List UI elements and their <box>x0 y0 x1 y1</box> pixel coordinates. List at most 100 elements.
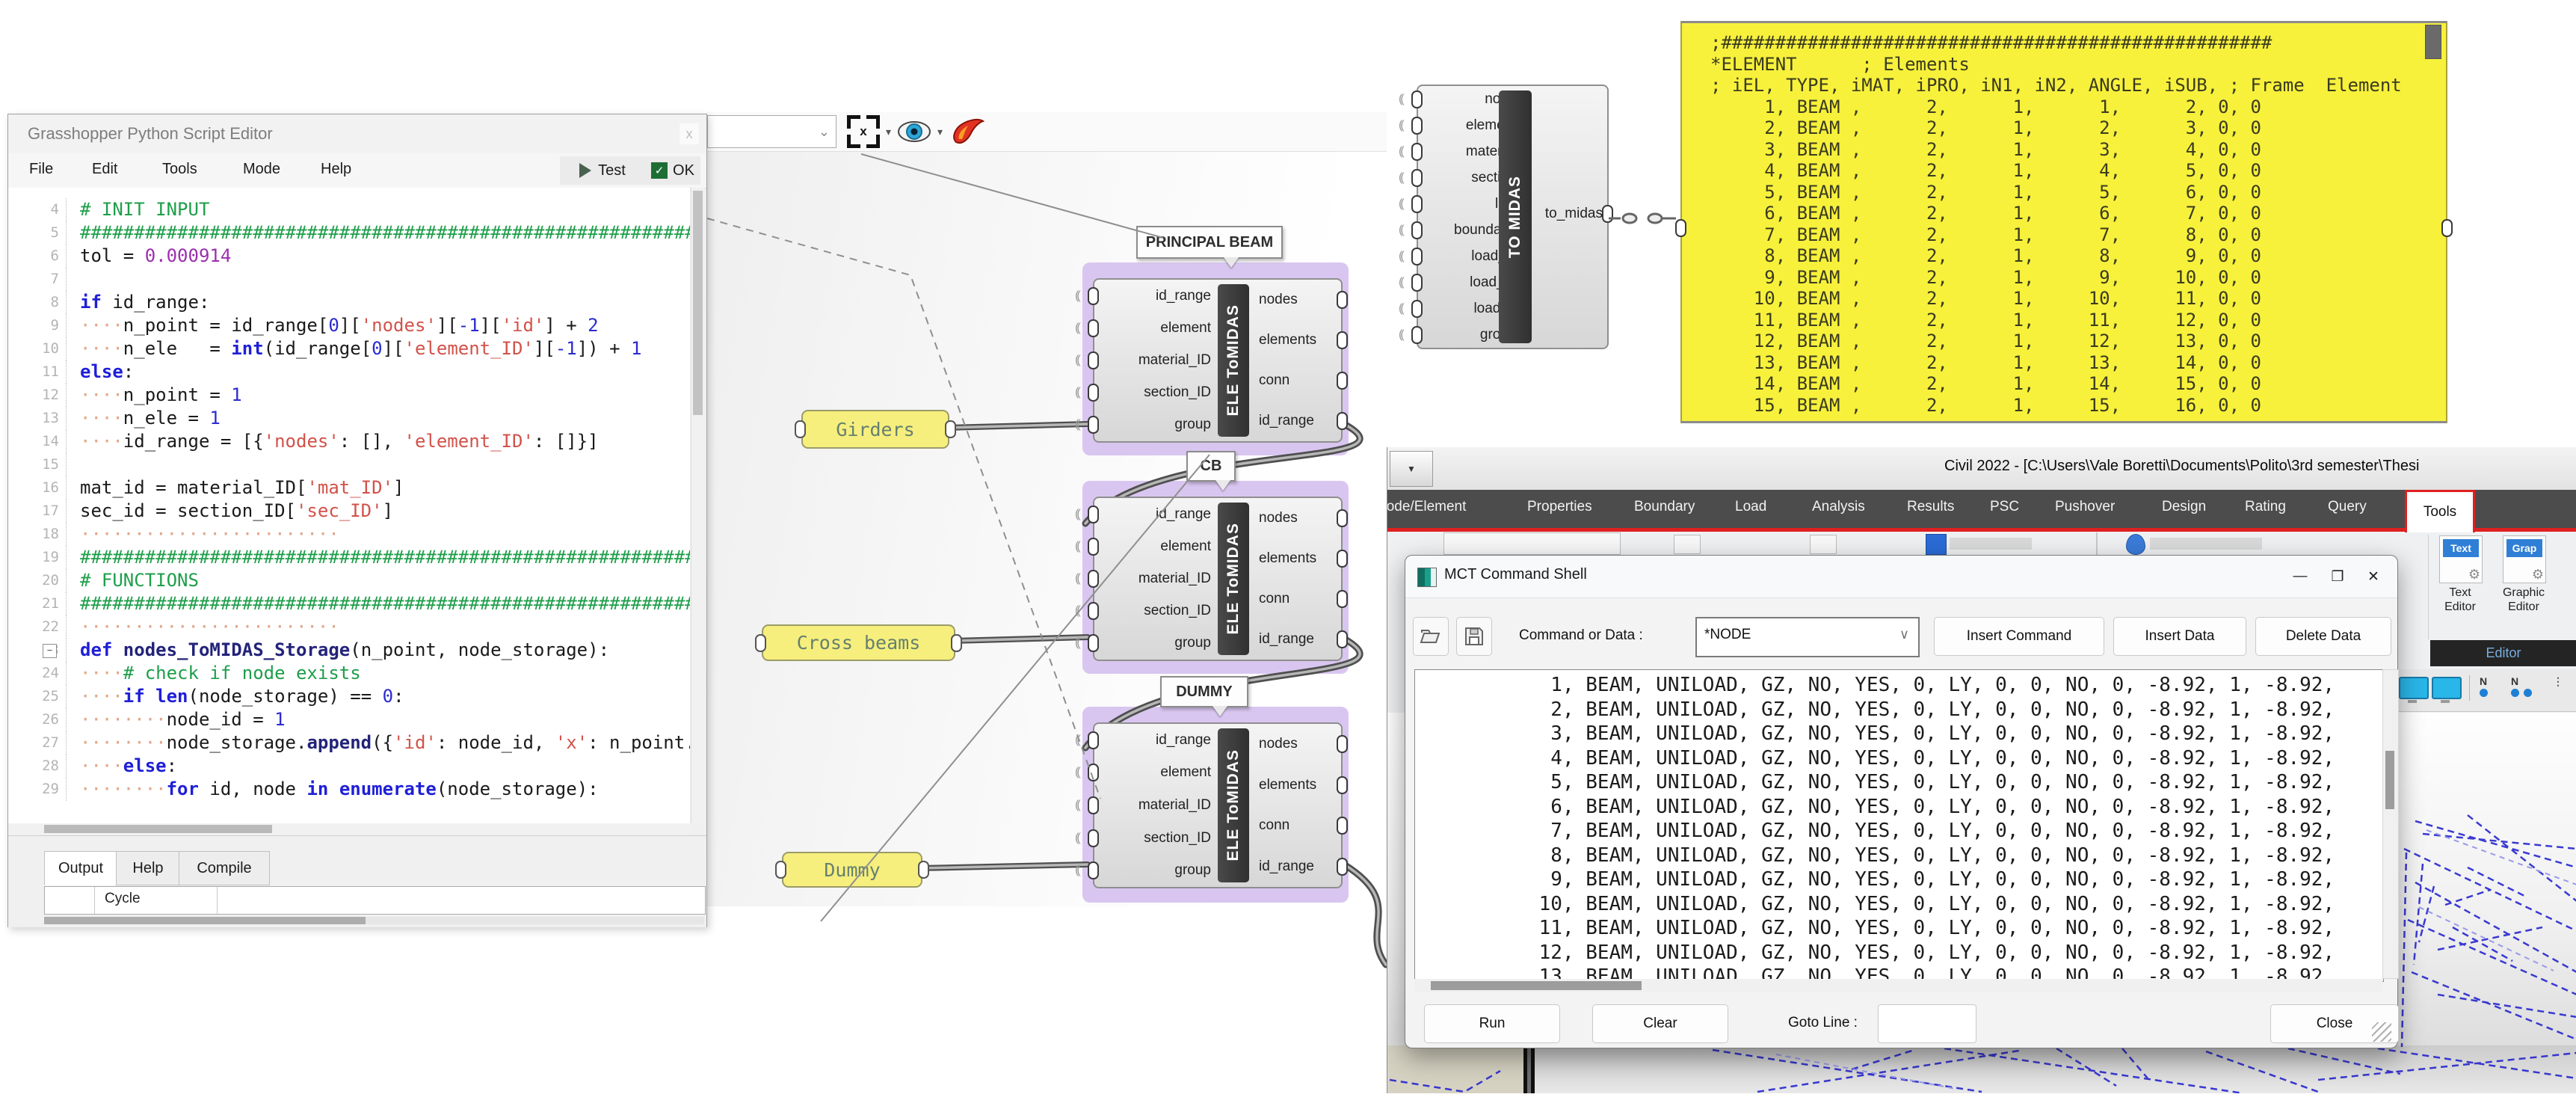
insert-data-button[interactable]: Insert Data <box>2113 617 2246 656</box>
input-id_range[interactable]: ((id_range <box>1094 506 1214 523</box>
value-panel-dummy[interactable]: Dummy <box>782 852 922 888</box>
resize-grip[interactable] <box>2372 1022 2391 1042</box>
bill-of-materials-icon[interactable] <box>1926 534 1947 555</box>
menu-file[interactable]: File <box>29 161 53 178</box>
output-id_range[interactable]: id_range <box>1253 858 1341 875</box>
code-line-22[interactable]: 22························ <box>8 615 690 639</box>
code-line-19[interactable]: 19######################################… <box>8 546 690 569</box>
insert-command-button[interactable]: Insert Command <box>1934 617 2104 656</box>
code-line-8[interactable]: 8if id_range: <box>8 291 690 314</box>
civil-tab-load[interactable]: Load <box>1735 499 1766 515</box>
screen-icon[interactable] <box>2432 677 2462 699</box>
input-element[interactable]: ((element <box>1094 320 1214 337</box>
mct-vertical-scrollbar[interactable] <box>2382 669 2399 979</box>
output-conn[interactable]: conn <box>1253 372 1341 389</box>
code-line-15[interactable]: 15 <box>8 453 690 476</box>
civil-tab-boundary[interactable]: Boundary <box>1634 499 1695 515</box>
value-panel-girders[interactable]: Girders <box>801 410 949 449</box>
paint-flame-icon[interactable] <box>949 115 987 148</box>
input-material_ID[interactable]: ((material_ID <box>1094 797 1214 814</box>
output-conn[interactable]: conn <box>1253 591 1341 607</box>
output-nodes[interactable]: nodes <box>1253 292 1341 308</box>
civil-tab-psc[interactable]: PSC <box>1990 499 2019 515</box>
tab-help[interactable]: Help <box>116 851 180 885</box>
input-element[interactable]: ((element <box>1094 764 1214 781</box>
screen-icon[interactable] <box>2399 677 2429 699</box>
test-button[interactable]: Test <box>560 156 645 185</box>
output-id_range[interactable]: id_range <box>1253 413 1341 429</box>
civil-titlebar[interactable]: ▼ Civil 2022 - [C:\Users\Vale Boretti\Do… <box>1387 447 2576 491</box>
output-elements[interactable]: elements <box>1253 550 1341 567</box>
tomidas-component[interactable]: ((nodes((elements((materials((sections((… <box>1417 85 1609 349</box>
element-number-icon[interactable]: N <box>2511 675 2532 699</box>
maximize-icon[interactable]: ❐ <box>2323 563 2352 590</box>
civil-tab-rating[interactable]: Rating <box>2245 499 2286 515</box>
input-material_ID[interactable]: ((material_ID <box>1094 352 1214 369</box>
delete-data-button[interactable]: Delete Data <box>2255 617 2391 656</box>
close-icon[interactable]: ✕ <box>2358 563 2388 590</box>
input-section_ID[interactable]: ((section_ID <box>1094 603 1214 619</box>
open-file-button[interactable] <box>1413 617 1449 656</box>
code-line-28[interactable]: 28····else: <box>8 755 690 778</box>
output-elements[interactable]: elements <box>1253 332 1341 348</box>
output-elements[interactable]: elements <box>1253 777 1341 793</box>
input-id_range[interactable]: ((id_range <box>1094 732 1214 749</box>
ok-button[interactable]: ✓ OK <box>645 156 700 185</box>
group-tag-dummy[interactable]: DUMMY <box>1160 676 1248 707</box>
panel-divider[interactable] <box>1523 1043 1535 1093</box>
run-button[interactable]: Run <box>1424 1004 1560 1043</box>
code-line-25[interactable]: 25····if len(node_storage) == 0: <box>8 685 690 708</box>
minimize-icon[interactable]: — <box>2285 563 2315 590</box>
code-line-17[interactable]: 17sec_id = section_ID['sec_ID'] <box>8 500 690 523</box>
command-combo[interactable]: *NODE ∨ <box>1695 617 1920 657</box>
preview-eye-icon[interactable] <box>897 119 931 144</box>
output-cycle-item[interactable]: Cycle <box>105 891 141 907</box>
ele-tomidas-component-2[interactable]: ((id_range((element((material_ID((sectio… <box>1093 497 1343 661</box>
civil-tab-analysis[interactable]: Analysis <box>1812 499 1865 515</box>
civil-tab-node-element[interactable]: Node/Element <box>1387 499 1466 515</box>
mct-horizontal-scrollbar[interactable] <box>1414 979 2382 992</box>
code-line-9[interactable]: 9····n_point = id_range[0]['nodes'][-1][… <box>8 314 690 337</box>
code-line-23[interactable]: 23def nodes_ToMIDAS_Storage(n_point, nod… <box>8 639 690 662</box>
civil-tab-properties[interactable]: Properties <box>1527 499 1592 515</box>
code-line-26[interactable]: 26········node_id = 1 <box>8 708 690 731</box>
code-line-13[interactable]: 13····n_ele = 1 <box>8 407 690 430</box>
bottom-scrollbar[interactable] <box>44 917 704 924</box>
input-id_range[interactable]: ((id_range <box>1094 288 1214 304</box>
group-tag-principal-beam[interactable]: PRINCIPAL BEAM <box>1136 226 1283 259</box>
menu-mode[interactable]: Mode <box>243 161 280 178</box>
midas-output-panel[interactable]: ;#######################################… <box>1680 21 2447 423</box>
output-nodes[interactable]: nodes <box>1253 736 1341 752</box>
mct-command-shell-dialog[interactable]: MCT Command Shell — ❐ ✕ Command or Data … <box>1405 555 2398 1048</box>
menu-help[interactable]: Help <box>321 161 351 178</box>
code-vertical-scrollbar[interactable] <box>691 188 705 823</box>
civil-tab-tools-active[interactable]: Tools <box>2405 490 2475 532</box>
text-editor-button[interactable]: Text ⚙ <box>2439 535 2483 583</box>
code-line-12[interactable]: 12····n_point = 1 <box>8 384 690 407</box>
midas-civil-window[interactable]: ▼ Civil 2022 - [C:\Users\Vale Boretti\Do… <box>1387 447 2576 1093</box>
clear-button[interactable]: Clear <box>1592 1004 1728 1043</box>
code-line-10[interactable]: 10····n_ele = int(id_range[0]['element_I… <box>8 337 690 360</box>
output-id_range[interactable]: id_range <box>1253 631 1341 648</box>
code-line-7[interactable]: 7 <box>8 268 690 291</box>
code-line-14[interactable]: 14····id_range = [{'nodes': [], 'element… <box>8 430 690 453</box>
mct-text-area[interactable]: 1, BEAM, UNILOAD, GZ, NO, YES, 0, LY, 0,… <box>1414 669 2384 982</box>
tab-output[interactable]: Output <box>44 851 117 885</box>
input-section_ID[interactable]: ((section_ID <box>1094 384 1214 401</box>
code-line-29[interactable]: 29········for id, node in enumerate(node… <box>8 778 690 801</box>
close-icon[interactable]: x <box>680 123 699 144</box>
chevron-down-icon[interactable]: ▾ <box>937 126 943 138</box>
code-line-21[interactable]: 21######################################… <box>8 592 690 615</box>
input-group[interactable]: ((group <box>1094 417 1214 433</box>
graphic-editor-button[interactable]: Grap ⚙ <box>2503 535 2546 583</box>
fold-marker-icon[interactable]: − <box>43 644 57 658</box>
chevron-down-icon[interactable]: ▾ <box>886 126 891 138</box>
quick-access-button[interactable]: ▼ <box>1390 451 1433 487</box>
ele-tomidas-component-3[interactable]: ((id_range ((element ((material_ID ((sectio… <box>1093 722 1343 888</box>
input-section_ID[interactable]: ((section_ID <box>1094 830 1214 847</box>
input-group[interactable]: ((group <box>1094 635 1214 651</box>
zoom-target-icon[interactable]: x <box>847 115 880 148</box>
menu-tools[interactable]: Tools <box>162 161 197 178</box>
goto-line-input[interactable] <box>1878 1004 1976 1043</box>
node-number-icon[interactable]: N <box>2480 675 2488 699</box>
